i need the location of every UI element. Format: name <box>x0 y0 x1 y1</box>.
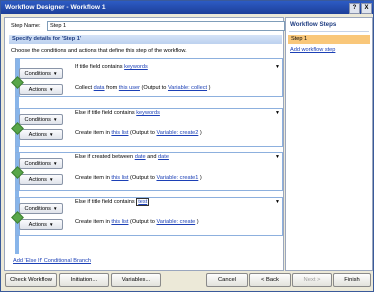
condition-text: Else if title field contains keywords <box>75 110 160 116</box>
chevron-down-icon: ▼ <box>52 161 58 166</box>
chevron-down-icon: ▼ <box>48 87 54 92</box>
cancel-button[interactable]: Cancel <box>206 273 248 287</box>
workflow-designer-window: Workflow Designer - Workflow 1 ? X Step … <box>0 0 374 292</box>
conditions-button[interactable]: Conditions ▼ <box>19 158 63 169</box>
action-list-link[interactable]: this list <box>111 219 128 225</box>
actions-label: Actions <box>28 177 47 183</box>
conditions-button[interactable]: Conditions ▼ <box>19 114 63 125</box>
step-editor-panel: Step Name: Step 1 Specify details for 'S… <box>4 17 285 271</box>
chevron-down-icon: ▼ <box>52 71 58 76</box>
chevron-down-icon: ▼ <box>52 206 58 211</box>
condition-date-link[interactable]: date <box>158 154 169 160</box>
title-bar[interactable]: Workflow Designer - Workflow 1 ? X <box>1 1 373 14</box>
chevron-down-icon: ▼ <box>48 132 54 137</box>
action-prefix: Create item in <box>75 175 112 181</box>
actions-button[interactable]: Actions ▼ <box>19 129 63 140</box>
actions-label: Actions <box>28 87 47 93</box>
action-suffix: ) <box>198 130 202 136</box>
condition-text: Else if created between date and date <box>75 154 169 160</box>
condition-text: If title field contains keywords <box>75 64 148 70</box>
conditions-label: Conditions <box>24 71 51 77</box>
divider <box>289 31 369 32</box>
condition-value-link[interactable]: keywords <box>136 110 160 116</box>
conditions-label: Conditions <box>24 161 51 167</box>
action-data-link[interactable]: data <box>94 85 105 91</box>
action-suffix: ) <box>195 219 199 225</box>
conditions-label: Conditions <box>24 206 51 212</box>
add-else-if-branch-link[interactable]: Add 'Else If' Conditional Branch <box>13 258 91 264</box>
action-mid: (Output to <box>128 175 157 181</box>
variables-button[interactable]: Variables... <box>111 273 161 287</box>
condition-prefix: Else if title field contains <box>75 199 137 205</box>
action-text: Create item in this list (Output to Vari… <box>75 130 202 136</box>
condition-dropdown-arrow-icon[interactable]: ▼ <box>275 64 280 70</box>
workflow-steps-title: Workflow Steps <box>290 21 337 28</box>
action-mid: from <box>104 85 119 91</box>
conditions-button[interactable]: Conditions ▼ <box>19 203 63 214</box>
condition-text: Else if title field contains test <box>75 198 150 206</box>
action-text: Create item in this list (Output to Vari… <box>75 175 202 181</box>
action-text: Create item in this list (Output to Vari… <box>75 219 199 225</box>
action-variable-link[interactable]: Variable: create1 <box>156 175 198 181</box>
action-mid: (Output to <box>128 219 157 225</box>
condition-value-link[interactable]: keywords <box>124 64 148 70</box>
finish-button[interactable]: Finish <box>333 273 371 287</box>
action-prefix: Create item in <box>75 130 112 136</box>
condition-value-input[interactable]: test <box>136 198 150 206</box>
next-button[interactable]: Next > <box>292 273 332 287</box>
step-name-label: Step Name: <box>11 23 41 29</box>
actions-button[interactable]: Actions ▼ <box>19 219 63 230</box>
action-user-link[interactable]: this user <box>119 85 140 91</box>
action-mid: (Output to <box>128 130 157 136</box>
window-title: Workflow Designer - Workflow 1 <box>5 4 106 11</box>
action-mid: (Output to <box>139 85 168 91</box>
check-workflow-button[interactable]: Check Workflow <box>5 273 57 287</box>
help-icon[interactable]: ? <box>349 3 360 14</box>
condition-dropdown-arrow-icon[interactable]: ▼ <box>275 199 280 205</box>
condition-date-link[interactable]: date <box>135 154 146 160</box>
initiation-button[interactable]: Initiation... <box>59 273 109 287</box>
condition-mid: and <box>145 154 159 160</box>
action-list-link[interactable]: this list <box>111 130 128 136</box>
action-variable-link[interactable]: Variable: create2 <box>156 130 198 136</box>
workflow-steps-panel: Workflow Steps Step 1 Add workflow step <box>285 17 373 271</box>
actions-button[interactable]: Actions ▼ <box>19 174 63 185</box>
add-workflow-step-link[interactable]: Add workflow step <box>290 47 335 53</box>
step-name-input[interactable]: Step 1 <box>47 21 285 31</box>
step-list-item[interactable]: Step 1 <box>288 35 370 44</box>
condition-prefix: Else if created between <box>75 154 135 160</box>
condition-dropdown-arrow-icon[interactable]: ▼ <box>275 110 280 116</box>
action-suffix: ) <box>207 85 211 91</box>
action-prefix: Collect <box>75 85 94 91</box>
specify-details-header: Specify details for 'Step 1' <box>9 35 282 44</box>
action-suffix: ) <box>198 175 202 181</box>
conditions-button[interactable]: Conditions ▼ <box>19 68 63 79</box>
choose-instructions: Choose the conditions and actions that d… <box>11 48 187 54</box>
condition-prefix: If title field contains <box>75 64 125 70</box>
actions-button[interactable]: Actions ▼ <box>19 84 63 95</box>
chevron-down-icon: ▼ <box>48 177 54 182</box>
back-button[interactable]: < Back <box>249 273 291 287</box>
chevron-down-icon: ▼ <box>48 222 54 227</box>
condition-dropdown-arrow-icon[interactable]: ▼ <box>275 154 280 160</box>
actions-label: Actions <box>28 132 47 138</box>
action-list-link[interactable]: this list <box>111 175 128 181</box>
actions-label: Actions <box>28 222 47 228</box>
action-text: Collect data from this user (Output to V… <box>75 85 210 91</box>
condition-prefix: Else if title field contains <box>75 110 137 116</box>
conditions-label: Conditions <box>24 117 51 123</box>
close-icon[interactable]: X <box>361 3 372 14</box>
action-prefix: Create item in <box>75 219 112 225</box>
chevron-down-icon: ▼ <box>52 117 58 122</box>
action-variable-link[interactable]: Variable: collect <box>168 85 207 91</box>
action-variable-link[interactable]: Variable: create <box>156 219 195 225</box>
